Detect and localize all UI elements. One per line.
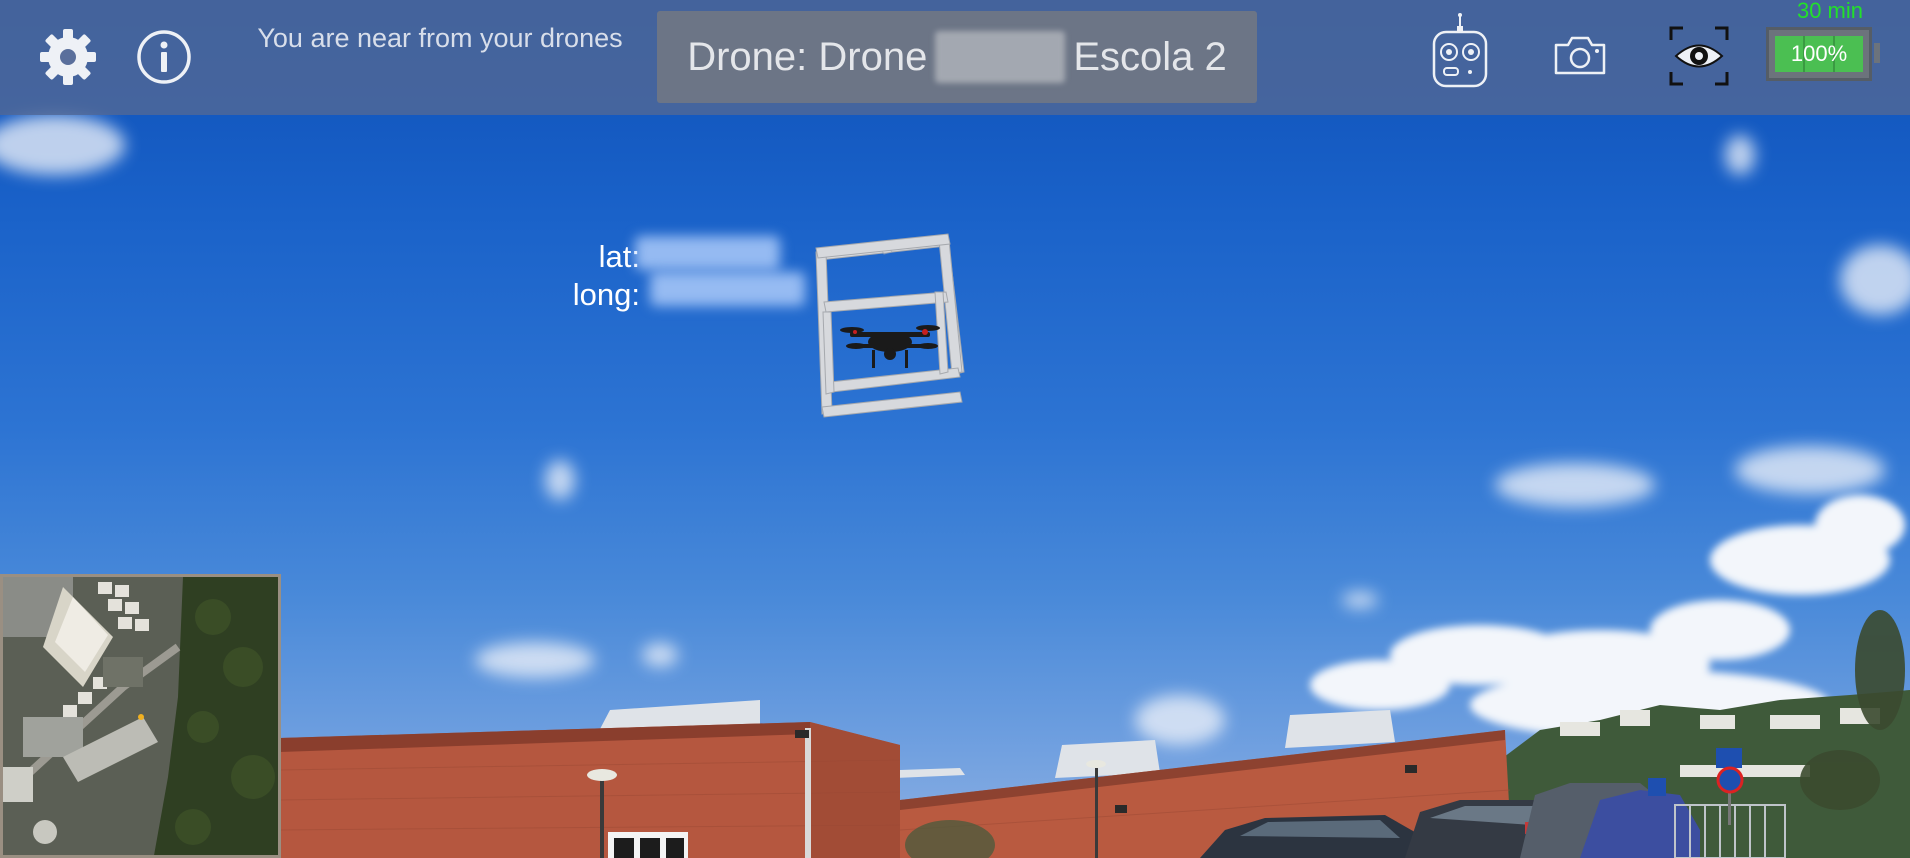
battery-tip [1874,43,1880,63]
drone-ar-marker[interactable] [810,232,970,432]
satellite-map-image [3,577,278,855]
camera-icon [1554,36,1606,75]
proximity-status-text: You are near from your drones [257,23,623,53]
drone-selector[interactable]: Drone: Drone Escola 2 [657,11,1257,103]
drone-title-prefix: Drone: Drone [687,34,928,79]
redacted-drone-id [935,31,1066,83]
info-icon [137,30,191,84]
settings-button[interactable] [35,24,101,90]
redacted-latitude [635,236,780,270]
drone-title-suffix: Escola 2 [1073,34,1227,79]
redacted-longitude [650,272,805,306]
latitude-label: lat: [598,239,640,274]
battery-indicator: 100% [1766,27,1872,81]
ar-view-button[interactable] [1667,24,1731,88]
drone-model [840,325,940,368]
longitude-label: long: [572,277,640,312]
battery-level: 100% [1790,41,1848,66]
info-button[interactable] [133,26,195,88]
top-toolbar: You are near from your drones Drone: Dro… [0,0,1910,115]
satellite-minimap[interactable] [0,574,281,858]
eye-focus-icon [1669,26,1729,86]
coordinates-labels: lat: long: [530,238,640,314]
gear-icon [40,29,96,85]
flight-time-remaining: 30 min [1796,0,1864,23]
remote-controller-icon [1432,13,1488,88]
controller-button[interactable] [1425,12,1495,90]
camera-button[interactable] [1550,30,1610,80]
